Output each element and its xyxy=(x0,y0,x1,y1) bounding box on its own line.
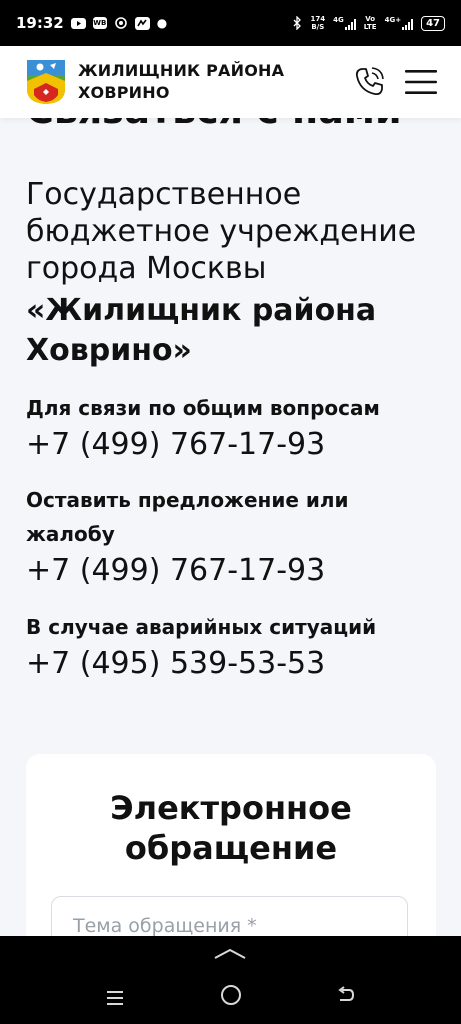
brand-name[interactable]: ЖИЛИЩНИК РАЙОНА ХОВРИНО xyxy=(78,60,284,104)
battery-icon: 47 xyxy=(421,15,445,31)
home-icon[interactable] xyxy=(221,985,241,1005)
vpn-icon xyxy=(114,16,128,30)
contact-phone-link[interactable]: +7 (495) 539-53-53 xyxy=(26,644,436,684)
signal-1-icon: 4G xyxy=(333,16,356,30)
brand-line-2: ХОВРИНО xyxy=(78,83,170,102)
more-notifications-icon: ● xyxy=(156,16,168,30)
organization-name: «Жилищник района Ховрино» xyxy=(26,293,377,368)
site-header: ЖИЛИЩНИК РАЙОНА ХОВРИНО xyxy=(0,46,461,118)
coat-of-arms-logo[interactable] xyxy=(26,59,66,105)
contact-label: Для связи по общим вопросам xyxy=(26,396,380,420)
system-navigation-bar xyxy=(0,936,461,1024)
contact-complaints: Оставить предложение или жалобу +7 (499)… xyxy=(26,483,436,591)
messenger-icon xyxy=(134,16,150,30)
contact-phone-link[interactable]: +7 (499) 767-17-93 xyxy=(26,551,436,591)
contact-emergency: В случае аварийных ситуаций +7 (495) 539… xyxy=(26,610,436,684)
phone-icon[interactable] xyxy=(353,66,385,98)
form-title: Электронное обращение xyxy=(110,789,352,867)
contact-general: Для связи по общим вопросам +7 (499) 767… xyxy=(26,391,436,465)
chevron-up-icon[interactable] xyxy=(214,944,246,963)
youtube-icon xyxy=(70,17,86,29)
net-speed: 174 B/S xyxy=(310,15,326,31)
volte-icon: Vo LTE xyxy=(363,15,377,31)
contact-phone-link[interactable]: +7 (499) 767-17-93 xyxy=(26,425,436,465)
hamburger-menu-icon[interactable] xyxy=(405,69,437,95)
recents-icon[interactable] xyxy=(107,990,123,1009)
contact-label: В случае аварийных ситуаций xyxy=(26,615,377,639)
organization-type: Государственное бюджетное учреждение гор… xyxy=(26,177,417,286)
electronic-request-card: Электронное обращение Тема обращения * xyxy=(26,754,436,956)
app-icon: WB xyxy=(92,17,107,29)
bluetooth-icon xyxy=(293,16,302,30)
status-time: 19:32 xyxy=(16,14,64,32)
back-icon[interactable] xyxy=(337,986,355,1008)
contact-label: Оставить предложение или жалобу xyxy=(26,488,349,546)
brand-line-1: ЖИЛИЩНИК РАЙОНА xyxy=(78,61,285,80)
signal-2-icon: 4G+ xyxy=(385,16,414,30)
status-bar: 19:32 WB ● 174 B/S 4G Vo LTE 4G+ 47 xyxy=(0,0,461,46)
